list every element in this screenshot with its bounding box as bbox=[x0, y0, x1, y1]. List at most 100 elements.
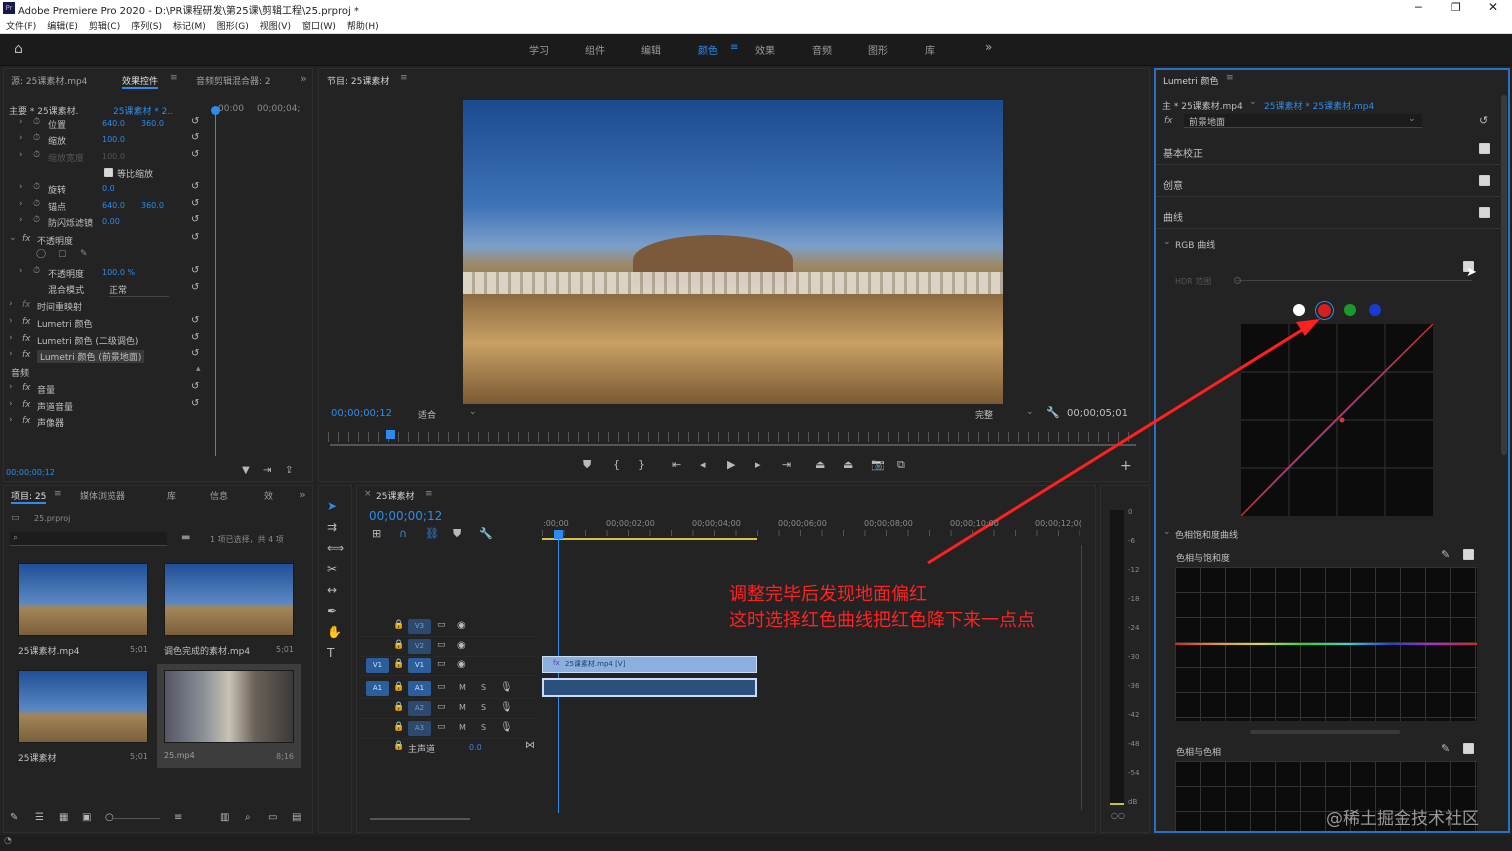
reset-param-icon[interactable]: ↺ bbox=[191, 181, 199, 192]
expand-arrow-icon[interactable]: › bbox=[9, 349, 13, 359]
section-checkbox[interactable] bbox=[1479, 175, 1490, 186]
track-lock-icon[interactable]: 🔒 bbox=[393, 640, 404, 650]
effect-param-value[interactable]: 100.0 bbox=[102, 135, 125, 144]
project-thumbnail[interactable] bbox=[18, 563, 148, 636]
reset-param-icon[interactable]: ↺ bbox=[191, 132, 199, 143]
track-label-A2[interactable]: A2 bbox=[408, 701, 431, 716]
expand-arrow-icon[interactable]: › bbox=[19, 117, 23, 127]
linked-selection-icon[interactable]: ⛓ bbox=[425, 527, 439, 540]
add-marker-icon[interactable]: ⛊ bbox=[583, 458, 591, 472]
uniform-scale-checkbox[interactable] bbox=[104, 168, 113, 177]
meter-solo-icons[interactable]: ○○ bbox=[1111, 811, 1125, 820]
lumetri-effect-item[interactable]: Lumetri 颜色 (二级调色) bbox=[37, 334, 138, 347]
reset-param-icon[interactable]: ↺ bbox=[191, 398, 199, 409]
reset-param-icon[interactable]: ↺ bbox=[191, 348, 199, 359]
reset-param-icon[interactable]: ↺ bbox=[191, 315, 199, 326]
reset-param-icon[interactable]: ↺ bbox=[191, 232, 199, 243]
step-back-icon[interactable]: ◂ bbox=[700, 458, 706, 471]
icon-view-icon[interactable]: ▦ bbox=[59, 812, 68, 823]
mark-in-icon[interactable]: { bbox=[613, 458, 620, 471]
master-end-icon[interactable]: ⋈ bbox=[525, 740, 535, 751]
stopwatch-icon[interactable]: ⏱ bbox=[33, 215, 40, 225]
audio-effect-item[interactable]: 声像器 bbox=[37, 416, 64, 429]
audio-effect-item[interactable]: 声道音量 bbox=[37, 400, 73, 413]
automate-icon[interactable]: ▥ bbox=[220, 812, 229, 823]
blend-mode-dropdown[interactable]: 正常 bbox=[109, 283, 169, 297]
track-label-A3[interactable]: A3 bbox=[408, 721, 431, 736]
effect-param-value[interactable]: 0.0 bbox=[102, 184, 115, 193]
project-item-name[interactable]: 调色完成的素材.mp4 bbox=[164, 644, 250, 657]
section-checkbox[interactable] bbox=[1479, 207, 1490, 218]
selection-tool-icon[interactable]: ➤ bbox=[327, 499, 337, 513]
opacity-expand-icon[interactable]: ⌄ bbox=[9, 233, 17, 243]
reset-param-icon[interactable]: ↺ bbox=[191, 214, 199, 225]
list-view-icon[interactable]: ☰ bbox=[35, 812, 44, 823]
effect-param-value-2[interactable]: 360.0 bbox=[141, 201, 164, 210]
timeline-settings-icon[interactable]: 🔧 bbox=[479, 527, 493, 540]
expand-arrow-icon[interactable]: › bbox=[19, 150, 23, 160]
expand-arrow-icon[interactable]: › bbox=[9, 382, 13, 392]
stopwatch-icon[interactable]: ⏱ bbox=[33, 199, 40, 209]
workspace-tab[interactable]: 编辑 bbox=[641, 42, 661, 57]
reset-param-icon[interactable]: ↺ bbox=[191, 265, 199, 276]
eye-icon[interactable]: ◉ bbox=[457, 640, 466, 651]
expand-arrow-icon[interactable]: › bbox=[19, 215, 23, 225]
project-tab[interactable]: 库 bbox=[167, 489, 176, 502]
pencil-icon[interactable]: ✎ bbox=[10, 812, 18, 823]
insert-icon[interactable]: ⊞ bbox=[372, 527, 381, 540]
step-forward-icon[interactable]: ▸ bbox=[755, 458, 761, 471]
pen-tool-icon[interactable]: ✒ bbox=[327, 604, 337, 618]
effect-param-value-2[interactable]: 360.0 bbox=[141, 119, 164, 128]
toggle-sync-icon[interactable]: ▭ bbox=[437, 640, 446, 650]
reset-param-icon[interactable]: ↺ bbox=[191, 332, 199, 343]
find-icon[interactable]: ⌕ bbox=[245, 812, 251, 823]
project-tab[interactable]: 媒体浏览器 bbox=[80, 489, 125, 502]
workspace-tab[interactable]: 颜色 bbox=[698, 42, 718, 57]
go-to-in-icon[interactable]: ⇤ bbox=[672, 458, 681, 471]
master-lock-icon[interactable]: 🔒 bbox=[393, 741, 404, 751]
mic-icon[interactable]: 🎙 bbox=[500, 722, 513, 733]
project-tab[interactable]: 效 bbox=[264, 489, 273, 502]
workspace-tab[interactable]: 库 bbox=[925, 42, 935, 57]
expand-arrow-icon[interactable]: › bbox=[9, 316, 13, 326]
stopwatch-icon[interactable]: ⏱ bbox=[33, 150, 40, 160]
compare-icon[interactable]: ⧉ bbox=[897, 458, 905, 472]
export-frame-icon[interactable]: 📷 bbox=[871, 458, 885, 471]
eye-icon[interactable]: ◉ bbox=[457, 620, 466, 631]
workspace-tab[interactable]: 图形 bbox=[868, 42, 888, 57]
solo-button[interactable]: S bbox=[481, 723, 486, 732]
expand-arrow-icon[interactable]: › bbox=[19, 182, 23, 192]
stopwatch-icon[interactable]: ⏱ bbox=[33, 133, 40, 143]
lumetri-section-0[interactable]: 基本校正 bbox=[1163, 145, 1203, 160]
project-item-name[interactable]: 25.mp4 bbox=[164, 751, 195, 760]
toggle-sync-icon[interactable]: ▭ bbox=[437, 620, 446, 630]
reset-param-icon[interactable]: ↺ bbox=[191, 116, 199, 127]
effect-param-value[interactable]: 640.0 bbox=[102, 119, 125, 128]
track-lock-icon[interactable]: 🔒 bbox=[393, 722, 404, 732]
ruler-ticks[interactable] bbox=[542, 530, 1080, 536]
reset-param-icon[interactable]: ↺ bbox=[191, 282, 199, 293]
rect-mask-icon[interactable]: ▢ bbox=[58, 249, 67, 259]
stopwatch-icon[interactable]: ⏱ bbox=[33, 182, 40, 192]
track-lock-icon[interactable]: 🔒 bbox=[393, 702, 404, 712]
mute-button[interactable]: M bbox=[459, 683, 466, 692]
track-select-icon[interactable]: ⇉ bbox=[327, 520, 337, 534]
audio-effect-item[interactable]: 音量 bbox=[37, 383, 55, 396]
expand-arrow-icon[interactable]: › bbox=[9, 333, 13, 343]
expand-arrow-icon[interactable]: › bbox=[19, 266, 23, 276]
toggle-sync-icon[interactable]: ▭ bbox=[437, 702, 446, 712]
stopwatch-icon[interactable]: ⏱ bbox=[33, 117, 40, 127]
type-tool-icon[interactable]: T bbox=[327, 646, 334, 660]
lumetri-section-2[interactable]: 曲线 bbox=[1163, 209, 1183, 224]
mute-button[interactable]: M bbox=[459, 723, 466, 732]
razor-tool-icon[interactable]: ✂ bbox=[327, 562, 337, 576]
track-lock-icon[interactable]: 🔒 bbox=[393, 659, 404, 669]
project-tab[interactable]: 项目: 25 bbox=[11, 489, 47, 504]
solo-button[interactable]: S bbox=[481, 703, 486, 712]
hand-tool-icon[interactable]: ✋ bbox=[327, 625, 342, 639]
project-item-name[interactable]: 25课素材 bbox=[18, 751, 56, 764]
workspace-tab[interactable]: 组件 bbox=[585, 42, 605, 57]
master-track-value[interactable]: 0.0 bbox=[469, 743, 482, 752]
track-label-V2[interactable]: V2 bbox=[408, 639, 431, 654]
opacity-value[interactable]: 100.0 % bbox=[102, 268, 135, 277]
